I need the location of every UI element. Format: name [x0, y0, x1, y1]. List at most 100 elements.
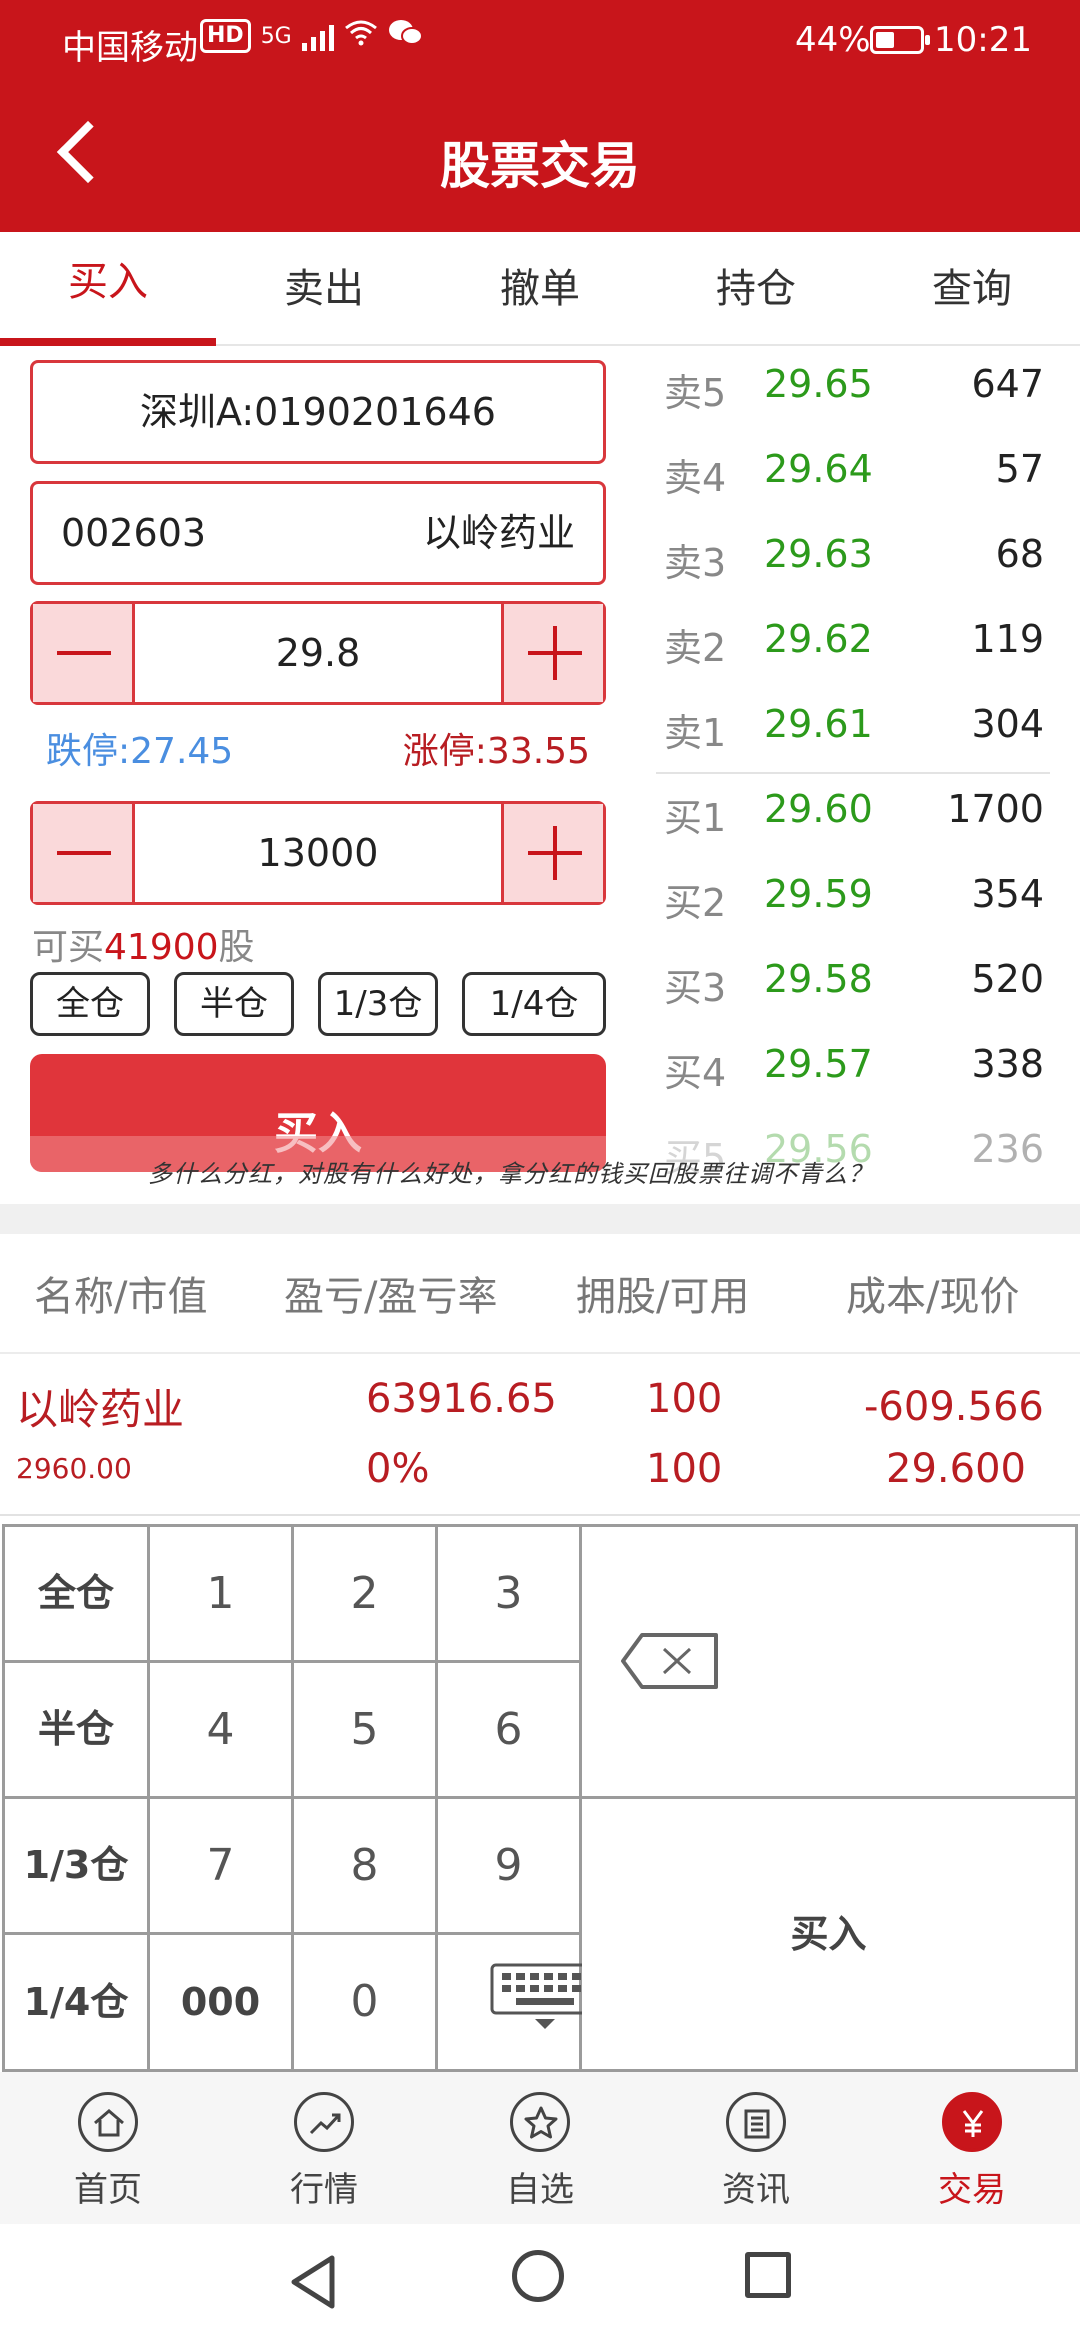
tab-query[interactable]: 查询 [864, 232, 1080, 344]
key-000[interactable]: 000 [150, 1935, 291, 2069]
hd-badge: HD [200, 19, 251, 53]
holding-market-value: 2960.00 [16, 1452, 132, 1485]
nav-trade[interactable]: 交易 [864, 2072, 1080, 2224]
bid-row[interactable]: 买4 29.57 338 [660, 1042, 1060, 1102]
bid-volume: 338 [971, 1042, 1044, 1086]
keypad-buy-button[interactable]: 买入 [582, 1799, 1075, 2069]
system-recents-icon[interactable] [745, 2252, 791, 2298]
bid-label: 买4 [664, 1051, 727, 1095]
bid-price: 29.59 [764, 872, 873, 916]
clock: 10:21 [934, 20, 1032, 60]
bid-label: 买2 [664, 881, 727, 925]
stock-name: 以岭药业 [422, 511, 575, 555]
bid-row[interactable]: 买3 29.58 520 [660, 957, 1060, 1017]
hide-keyboard-button[interactable] [438, 1935, 600, 2069]
ask-row[interactable]: 卖5 29.65 647 [660, 362, 1060, 422]
top-bar: 中国移动 HD 5G 44% 10:21 股票交易 [0, 0, 1080, 232]
key-8[interactable]: 8 [294, 1799, 435, 1932]
can-buy-amount: 41900 [104, 927, 219, 968]
nav-home[interactable]: 首页 [0, 2072, 216, 2224]
key-4[interactable]: 4 [150, 1663, 291, 1796]
price-stepper: 29.8 [30, 601, 606, 705]
number-keypad: 全仓 半仓 1/3仓 1/4仓 1 2 3 4 5 6 7 8 9 000 0 … [2, 1524, 1078, 2072]
nav-label: 行情 [290, 2170, 358, 2210]
quick-third-button[interactable]: 1/3仓 [318, 972, 438, 1036]
ask-row[interactable]: 卖2 29.62 119 [660, 617, 1060, 677]
battery-percent: 44% [795, 20, 871, 60]
signal-label: 5G [260, 23, 292, 49]
handwritten-note: 多什么分红，对股有什么好处，拿分红的钱买回股票往调不青么？ [148, 1160, 873, 1188]
key-7[interactable]: 7 [150, 1799, 291, 1932]
ask-row[interactable]: 卖3 29.63 68 [660, 532, 1060, 592]
holding-cost: -609.566 [864, 1384, 1044, 1430]
holding-profit-rate: 0% [366, 1446, 430, 1492]
system-back-icon[interactable] [288, 2254, 338, 2310]
key-0[interactable]: 0 [294, 1935, 435, 2069]
nav-label: 资讯 [722, 2170, 790, 2210]
col-cost-price: 成本/现价 [846, 1274, 1020, 1320]
tab-sell[interactable]: 卖出 [216, 232, 432, 344]
quick-half-button[interactable]: 半仓 [174, 972, 294, 1036]
bid-volume: 236 [971, 1127, 1044, 1171]
signal-icon [301, 21, 334, 51]
nav-label: 自选 [506, 2170, 574, 2210]
quick-quarter-button[interactable]: 1/4仓 [462, 972, 606, 1036]
ask-row[interactable]: 卖1 29.61 304 [660, 702, 1060, 762]
system-nav-bar [0, 2224, 1080, 2340]
bid-price: 29.58 [764, 957, 873, 1001]
order-book-divider [656, 772, 1050, 774]
quantity-decrease-button[interactable] [33, 804, 135, 902]
holding-available: 100 [646, 1446, 723, 1492]
bottom-nav: 首页 行情 自选 资讯 交易 [0, 2072, 1080, 2224]
quantity-stepper: 13000 [30, 801, 606, 905]
bid-label: 买3 [664, 966, 727, 1010]
ask-price: 29.65 [764, 362, 873, 406]
ask-row[interactable]: 卖4 29.64 57 [660, 447, 1060, 507]
nav-label: 首页 [74, 2170, 142, 2210]
tab-cancel[interactable]: 撤单 [432, 232, 648, 344]
limit-up-price[interactable]: 涨停:33.55 [403, 722, 590, 774]
backspace-button[interactable] [582, 1527, 1075, 1796]
account-selector[interactable]: 深圳A:0190201646 [30, 360, 606, 464]
key-full[interactable]: 全仓 [5, 1527, 147, 1660]
wifi-icon [344, 18, 378, 54]
bid-row[interactable]: 买2 29.59 354 [660, 872, 1060, 932]
limit-down-price[interactable]: 跌停:27.45 [46, 722, 233, 774]
ask-price: 29.61 [764, 702, 873, 746]
system-home-icon[interactable] [512, 2250, 564, 2302]
price-increase-button[interactable] [501, 604, 603, 702]
can-buy-info: 可买41900股 [32, 918, 255, 970]
nav-news[interactable]: 资讯 [648, 2072, 864, 2224]
key-3[interactable]: 3 [438, 1527, 579, 1660]
key-5[interactable]: 5 [294, 1663, 435, 1796]
key-quarter[interactable]: 1/4仓 [5, 1935, 147, 2069]
holding-current-price: 29.600 [886, 1446, 1026, 1492]
quantity-increase-button[interactable] [501, 804, 603, 902]
bid-price: 29.60 [764, 787, 873, 831]
ask-label: 卖2 [664, 626, 727, 670]
price-decrease-button[interactable] [33, 604, 135, 702]
holding-row[interactable]: 以岭药业 2960.00 63916.65 0% 100 100 -609.56… [0, 1356, 1080, 1516]
chart-icon [294, 2092, 354, 2152]
ask-label: 卖4 [664, 456, 727, 500]
key-6[interactable]: 6 [438, 1663, 579, 1796]
key-third[interactable]: 1/3仓 [5, 1799, 147, 1932]
key-half[interactable]: 半仓 [5, 1663, 147, 1796]
wechat-icon [388, 18, 424, 54]
bid-row[interactable]: 买1 29.60 1700 [660, 787, 1060, 847]
stock-input[interactable]: 002603 以岭药业 [30, 481, 606, 585]
tab-positions[interactable]: 持仓 [648, 232, 864, 344]
price-input[interactable]: 29.8 [135, 604, 501, 702]
key-2[interactable]: 2 [294, 1527, 435, 1660]
nav-market[interactable]: 行情 [216, 2072, 432, 2224]
key-9[interactable]: 9 [438, 1799, 579, 1932]
page-title: 股票交易 [440, 137, 640, 195]
trade-tabs: 买入 卖出 撤单 持仓 查询 [0, 232, 1080, 346]
home-icon [78, 2092, 138, 2152]
network-icons: HD 5G [200, 18, 424, 54]
key-1[interactable]: 1 [150, 1527, 291, 1660]
tab-buy[interactable]: 买入 [0, 232, 216, 346]
quantity-input[interactable]: 13000 [135, 804, 501, 902]
nav-watchlist[interactable]: 自选 [432, 2072, 648, 2224]
quick-full-button[interactable]: 全仓 [30, 972, 150, 1036]
